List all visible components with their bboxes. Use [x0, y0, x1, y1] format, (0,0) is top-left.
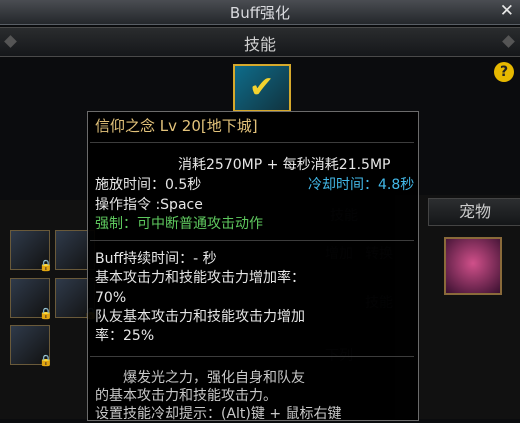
help-icon[interactable]: ? — [494, 62, 514, 82]
diamond-ornament-icon — [502, 35, 515, 48]
tooltip-divider — [90, 142, 414, 143]
tooltip-description: 爆发光之力，强化自身和队友 — [123, 370, 305, 386]
skill-icon-faith[interactable]: ✔ — [233, 64, 291, 112]
lock-icon: 🔒 — [39, 307, 53, 320]
tooltip-cost: 消耗2570MP + 每秒消耗21.5MP — [178, 157, 391, 173]
lock-icon: 🔒 — [39, 354, 53, 367]
tooltip-command: 操作指令 :Space — [95, 197, 203, 213]
tooltip-divider — [90, 356, 414, 357]
close-icon[interactable]: ✕ — [500, 1, 514, 21]
diamond-ornament-icon — [4, 35, 17, 48]
window-title: Buff强化 — [229, 4, 291, 22]
pet-avatar[interactable] — [444, 237, 502, 295]
check-mark-icon: ✔ — [249, 70, 275, 105]
skill-section-label: 技能 — [243, 35, 276, 54]
skill-slot[interactable]: 🔒 — [10, 230, 53, 272]
window-titlebar: Buff强化 ✕ — [0, 0, 520, 25]
tooltip-divider — [90, 240, 414, 241]
tooltip-stat2-value: 率：25% — [95, 328, 155, 344]
tooltip-cooldown: 冷却时间：4.8秒 — [308, 177, 415, 193]
pet-section-label: 宠物 — [428, 198, 520, 226]
tooltip-title: 信仰之念 Lv 20[地下城] — [95, 117, 258, 135]
skill-slot[interactable]: 🔒 — [10, 325, 53, 367]
tooltip-force: 强制：可中断普通攻击动作 — [95, 216, 263, 232]
tooltip-description: 的基本攻击力和技能攻击力。 — [95, 388, 277, 404]
tooltip-buff-duration: Buff持续时间：- 秒 — [95, 251, 217, 267]
skill-slot-panel: 🔒 🔒 🔒 🔒 — [0, 200, 98, 419]
tooltip-hint: 设置技能冷却提示：(Alt)键 + 鼠标右键 — [95, 406, 342, 422]
skill-section-header: 技能 — [0, 27, 520, 57]
skill-tooltip: 信仰之念 Lv 20[地下城] 消耗2570MP + 每秒消耗21.5MP 施放… — [87, 111, 419, 422]
lock-icon: 🔒 — [39, 259, 53, 272]
tooltip-stat2: 队友基本攻击力和技能攻击力增加 — [95, 309, 305, 325]
skill-slot[interactable]: 🔒 — [10, 278, 53, 320]
tooltip-stat1: 基本攻击力和技能攻击力增加率： — [95, 270, 305, 286]
tooltip-stat1-value: 70% — [95, 290, 127, 306]
tooltip-cast-time: 施放时间：0.5秒 — [95, 177, 202, 193]
